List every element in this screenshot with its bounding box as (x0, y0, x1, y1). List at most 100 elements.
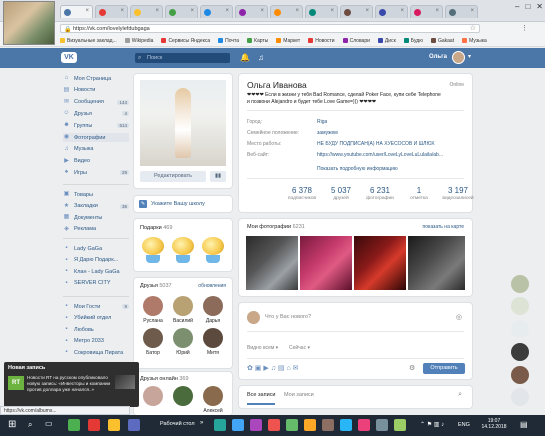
bell-icon[interactable]: 🔔 (240, 53, 250, 62)
bookmark-item[interactable]: Визуальные заклад... (60, 38, 117, 44)
menu-item[interactable]: ♠ Игры 29 (63, 168, 129, 177)
field-value[interactable]: замужем (317, 130, 338, 136)
friend-item[interactable]: Дарья (201, 296, 225, 324)
friends-title[interactable]: Друзья 5037 (140, 283, 172, 289)
app-icon[interactable] (340, 419, 352, 431)
bookmark-item[interactable]: Музыка (462, 38, 487, 44)
camera-icon[interactable]: ◎ (456, 313, 462, 321)
close-tab-icon[interactable]: × (435, 8, 439, 14)
menu-icon[interactable]: ⋮ (520, 24, 529, 32)
friend-item[interactable]: Василий (171, 296, 195, 324)
show-on-map-link[interactable]: показать на карте (423, 224, 464, 230)
close-tab-icon[interactable]: × (155, 8, 159, 14)
bookmark-item[interactable]: Карты (247, 38, 268, 44)
friends-updates-link[interactable]: обновления (198, 283, 226, 289)
menu-item[interactable]: ▪ Lady GaGa (63, 244, 129, 253)
bookmark-item[interactable]: Новости (308, 38, 335, 44)
url-input[interactable]: 🔒 https://vk.com/lovelylefdubgaga ☆ (60, 24, 480, 33)
language-indicator[interactable]: ENG (458, 422, 470, 428)
bookmark-item[interactable]: Будю (403, 38, 423, 44)
browser-tab[interactable]: × (165, 5, 198, 18)
menu-item[interactable]: ▦ Документы (63, 213, 129, 222)
field-value[interactable]: НЕ БУДУ ПОДПИСАН(А) НА ХУЕСОСОВ И ШЛЮХ (317, 141, 435, 147)
app-icon[interactable] (358, 419, 370, 431)
browser-tab[interactable]: × (410, 5, 443, 18)
app-icon[interactable] (376, 419, 388, 431)
friend-item[interactable]: Руслана (141, 296, 165, 324)
menu-item[interactable]: ▪ Сокровища Пирата (63, 348, 129, 357)
chevron-down-icon[interactable]: ▾ (468, 53, 471, 60)
bookmark-star-icon[interactable]: ☆ (470, 25, 476, 33)
close-tab-icon[interactable]: × (120, 8, 124, 14)
menu-item[interactable]: ▪ Клан - Lady GaGa (63, 267, 129, 276)
show-more-link[interactable]: Показать подробную информацию (317, 166, 398, 172)
app-icon[interactable] (108, 419, 120, 431)
task-view-icon[interactable]: ▭ (45, 419, 53, 428)
menu-item[interactable]: ★ Закладки 36 (63, 202, 129, 211)
chevron-icon[interactable]: » (200, 420, 203, 426)
app-icon[interactable] (286, 419, 298, 431)
send-button[interactable]: Отправить (423, 363, 465, 374)
music-icon[interactable]: ♫ (258, 53, 264, 62)
search-icon[interactable]: ⌕ (28, 420, 32, 430)
browser-tab[interactable]: × (445, 5, 478, 18)
stat-counter[interactable]: 6 231 фотографии (360, 186, 400, 201)
menu-item[interactable]: ☺ Друзья 4 (63, 109, 129, 118)
menu-item[interactable]: ◉ Фотографии (63, 133, 129, 142)
side-avatar[interactable] (511, 320, 529, 338)
friend-item[interactable]: Митя (201, 328, 225, 356)
time-select[interactable]: Сейчас ▾ (289, 345, 310, 351)
gift-sticker[interactable] (142, 237, 164, 263)
vk-logo[interactable]: VK (61, 52, 77, 63)
browser-tab[interactable]: × (340, 5, 373, 18)
side-avatar[interactable] (511, 366, 529, 384)
minimize-icon[interactable]: – (515, 2, 519, 11)
stat-counter[interactable]: 1 отметка (399, 186, 439, 201)
stat-counter[interactable]: 6 378 подписчиков (282, 186, 322, 201)
menu-item[interactable]: ▪ SERVER CITY (63, 279, 129, 288)
tray-icons[interactable]: ⌃ ⚑ ▥ ♪ (420, 421, 444, 428)
side-avatar[interactable] (511, 343, 529, 361)
clock[interactable]: 19:07 14.12.2018 (478, 418, 510, 430)
browser-tab[interactable]: × (200, 5, 233, 18)
side-avatar[interactable] (511, 388, 529, 406)
app-icon[interactable] (322, 419, 334, 431)
menu-item[interactable]: ▤ Новости (63, 86, 129, 95)
notifications-icon[interactable]: ▤ (520, 420, 528, 429)
school-prompt-card[interactable]: ✎ Укажите Вашу школу (134, 196, 232, 212)
stats-button[interactable]: ▮▮ (210, 171, 226, 182)
friends-online-title[interactable]: Друзья онлайн 369 (140, 376, 189, 382)
app-icon[interactable] (214, 419, 226, 431)
stat-counter[interactable]: 5 037 друзей (321, 186, 361, 201)
attachment-icons[interactable]: ✿ ▣ ▶ ♫ ▤ ⌂ ✉ (247, 364, 299, 372)
tab-all-posts[interactable]: Все записи (247, 392, 276, 405)
gifts-title[interactable]: Подарки 469 (140, 225, 172, 231)
chrome-icon[interactable] (68, 419, 80, 431)
header-user-name[interactable]: Ольга (429, 54, 447, 60)
menu-item[interactable]: ▪ Метро 2033 (63, 337, 129, 346)
photo-thumb[interactable] (300, 236, 352, 290)
maximize-icon[interactable]: □ (525, 2, 530, 11)
menu-item[interactable]: ▪ Убийкий отдел (63, 314, 129, 323)
edit-profile-button[interactable]: Редактировать (140, 171, 206, 182)
visibility-select[interactable]: Видно всем ▾ (247, 345, 278, 351)
menu-item[interactable]: ▪ Любовь (63, 325, 129, 334)
app-icon[interactable] (250, 419, 262, 431)
menu-item[interactable]: ⌂ Моя Страница (63, 74, 129, 83)
notification-toast[interactable]: Новая запись RT Новости RT на русском оп… (4, 362, 139, 407)
browser-tab[interactable]: × (270, 5, 303, 18)
app-icon[interactable] (232, 419, 244, 431)
menu-item[interactable]: ▣ Товары (63, 190, 129, 199)
friend-item[interactable]: Юрий (171, 328, 195, 356)
my-photos-title[interactable]: Мои фотографии 6231 (247, 224, 305, 230)
browser-tab[interactable]: × (375, 5, 408, 18)
app-icon[interactable] (304, 419, 316, 431)
search-icon[interactable]: ⌕ (458, 391, 462, 399)
bookmark-item[interactable]: Сервисы Яндекса (161, 38, 210, 44)
close-tab-icon[interactable]: × (295, 8, 299, 14)
bookmark-item[interactable]: Словари (342, 38, 370, 44)
close-tab-icon[interactable]: × (400, 8, 404, 14)
app-icon[interactable] (128, 419, 140, 431)
app-icon[interactable] (394, 419, 406, 431)
bookmark-item[interactable]: Wikipedia (124, 38, 153, 44)
